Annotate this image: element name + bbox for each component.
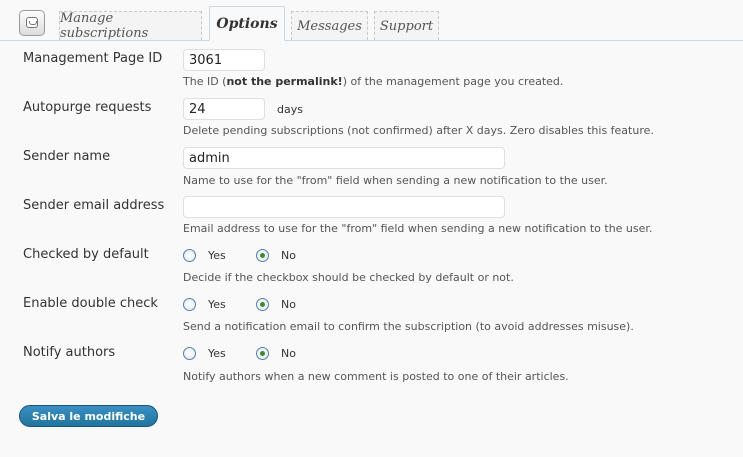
checked-by-default-label: Checked by default	[23, 247, 149, 262]
plugin-icon	[19, 10, 45, 36]
management-page-id-desc-suffix: ) of the management page you created.	[342, 75, 564, 88]
tab-options[interactable]: Options	[209, 6, 285, 41]
autopurge-description: Delete pending subscriptions (not confir…	[183, 124, 654, 137]
tab-bar: Manage subscriptions Options Messages Su…	[0, 0, 743, 41]
tab-messages[interactable]: Messages	[291, 11, 368, 40]
management-page-id-desc-prefix: The ID (	[183, 75, 227, 88]
notify-authors-yes-label: Yes	[208, 347, 226, 360]
double-check-yes-radio[interactable]	[183, 298, 196, 311]
management-page-id-input[interactable]	[183, 49, 265, 71]
management-page-id-label: Management Page ID	[23, 51, 163, 66]
sender-email-label: Sender email address	[23, 198, 165, 213]
autopurge-input[interactable]	[183, 98, 265, 120]
management-page-id-description: The ID (not the permalink!) of the manag…	[183, 75, 563, 88]
autopurge-unit: days	[277, 103, 303, 116]
sender-name-description: Name to use for the "from" field when se…	[183, 174, 608, 187]
double-check-no-radio[interactable]	[256, 298, 269, 311]
notify-authors-no-radio[interactable]	[256, 347, 269, 360]
double-check-no-label: No	[281, 298, 296, 311]
tab-manage-subscriptions[interactable]: Manage subscriptions	[59, 11, 202, 41]
sender-name-label: Sender name	[23, 149, 111, 164]
checked-by-default-yes-label: Yes	[208, 249, 226, 262]
autopurge-label: Autopurge requests	[23, 100, 152, 115]
checked-by-default-no-label: No	[281, 249, 296, 262]
double-check-yes-label: Yes	[208, 298, 226, 311]
notify-authors-yes-radio[interactable]	[183, 347, 196, 360]
sender-name-input[interactable]	[183, 147, 505, 169]
sender-email-input[interactable]	[183, 196, 505, 218]
sender-email-description: Email address to use for the "from" fiel…	[183, 222, 653, 235]
double-check-description: Send a notification email to confirm the…	[183, 320, 634, 333]
save-changes-button[interactable]: Salva le modifiche	[19, 405, 158, 427]
management-page-id-desc-bold: not the permalink!	[226, 75, 343, 88]
notify-authors-no-label: No	[281, 347, 296, 360]
checked-by-default-no-radio[interactable]	[256, 249, 269, 262]
notify-authors-description: Notify authors when a new comment is pos…	[183, 370, 569, 383]
double-check-label: Enable double check	[23, 296, 158, 311]
checked-by-default-description: Decide if the checkbox should be checked…	[183, 271, 514, 284]
notify-authors-label: Notify authors	[23, 345, 116, 360]
checked-by-default-yes-radio[interactable]	[183, 249, 196, 262]
tab-support[interactable]: Support	[374, 11, 439, 40]
